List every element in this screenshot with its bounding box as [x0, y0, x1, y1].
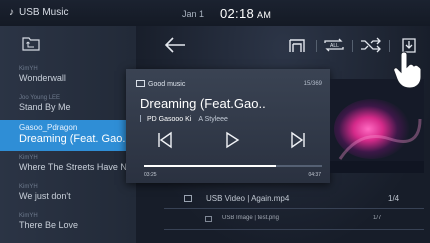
- list-item[interactable]: Joo Young LEE Stand By Me: [0, 91, 136, 120]
- row-divider: [164, 229, 424, 230]
- shuffle-icon[interactable]: [360, 36, 382, 54]
- toolbar-divider: [352, 40, 353, 52]
- svg-text:ALL: ALL: [330, 43, 339, 49]
- folder-up-icon[interactable]: [22, 36, 40, 51]
- toolbar-divider: [389, 40, 390, 52]
- track-artist: PD Gasooo Ki: [147, 116, 192, 123]
- list-item-active[interactable]: Gasoo_Pdragon Dreaming (Feat. Gao..: [0, 120, 136, 151]
- track-title: Dreaming (Feat.Gao..: [140, 96, 266, 111]
- playlist-panel: KimYH Wonderwall Joo Young LEE Stand By …: [0, 26, 136, 243]
- folder-label: Good music: [136, 80, 185, 88]
- date-label: Jan 1: [182, 9, 205, 19]
- folder-icon: [136, 80, 145, 87]
- play-icon[interactable]: [223, 131, 241, 149]
- usb-music-screen: ♪ USB Music Jan 1 02:18 AM KimYH Wonderwal…: [0, 0, 430, 243]
- previous-track-icon[interactable]: [156, 131, 174, 149]
- list-item[interactable]: KimYH We just don't: [0, 180, 136, 209]
- row-divider: [164, 208, 424, 209]
- video-icon: [184, 195, 192, 202]
- music-note-icon: ♪: [9, 7, 14, 18]
- list-item[interactable]: KimYH Where The Streets Have N..: [0, 151, 136, 180]
- clock: 02:18 AM: [220, 6, 272, 21]
- repeat-all-icon[interactable]: ALL: [322, 36, 346, 54]
- hand-cursor-icon: [393, 51, 422, 89]
- toolbar-divider: [316, 40, 317, 52]
- list-item[interactable]: KimYH Wonderwall: [0, 62, 136, 91]
- track-meta: PD Gasooo Ki A Styleee: [140, 115, 228, 123]
- total-time: 04:37: [308, 172, 321, 178]
- progress-fill: [144, 165, 276, 167]
- track-count: 15/369: [303, 81, 322, 87]
- meta-divider: [140, 115, 141, 122]
- queue-row-image[interactable]: USB Image | test.png 1/7: [136, 211, 430, 230]
- album-art-image: [330, 79, 424, 173]
- app-title: ♪ USB Music: [9, 7, 69, 18]
- status-bar: ♪ USB Music Jan 1 02:18 AM: [0, 0, 430, 26]
- back-arrow-icon[interactable]: [163, 36, 187, 54]
- image-icon: [205, 216, 212, 222]
- next-track-icon[interactable]: [289, 131, 307, 149]
- elapsed-time: 03:25: [144, 172, 157, 178]
- playlist: KimYH Wonderwall Joo Young LEE Stand By …: [0, 62, 136, 238]
- queue-row-video[interactable]: USB Video | Again.mp4 1/4: [136, 190, 430, 209]
- album-art: [330, 79, 424, 173]
- now-playing-card[interactable]: Good music 15/369 Dreaming (Feat.Gao.. P…: [126, 69, 330, 183]
- list-icon[interactable]: [288, 36, 306, 54]
- track-album: A Styleee: [198, 116, 228, 123]
- list-item[interactable]: KimYH There Be Love: [0, 209, 136, 238]
- progress-bar[interactable]: [144, 165, 322, 167]
